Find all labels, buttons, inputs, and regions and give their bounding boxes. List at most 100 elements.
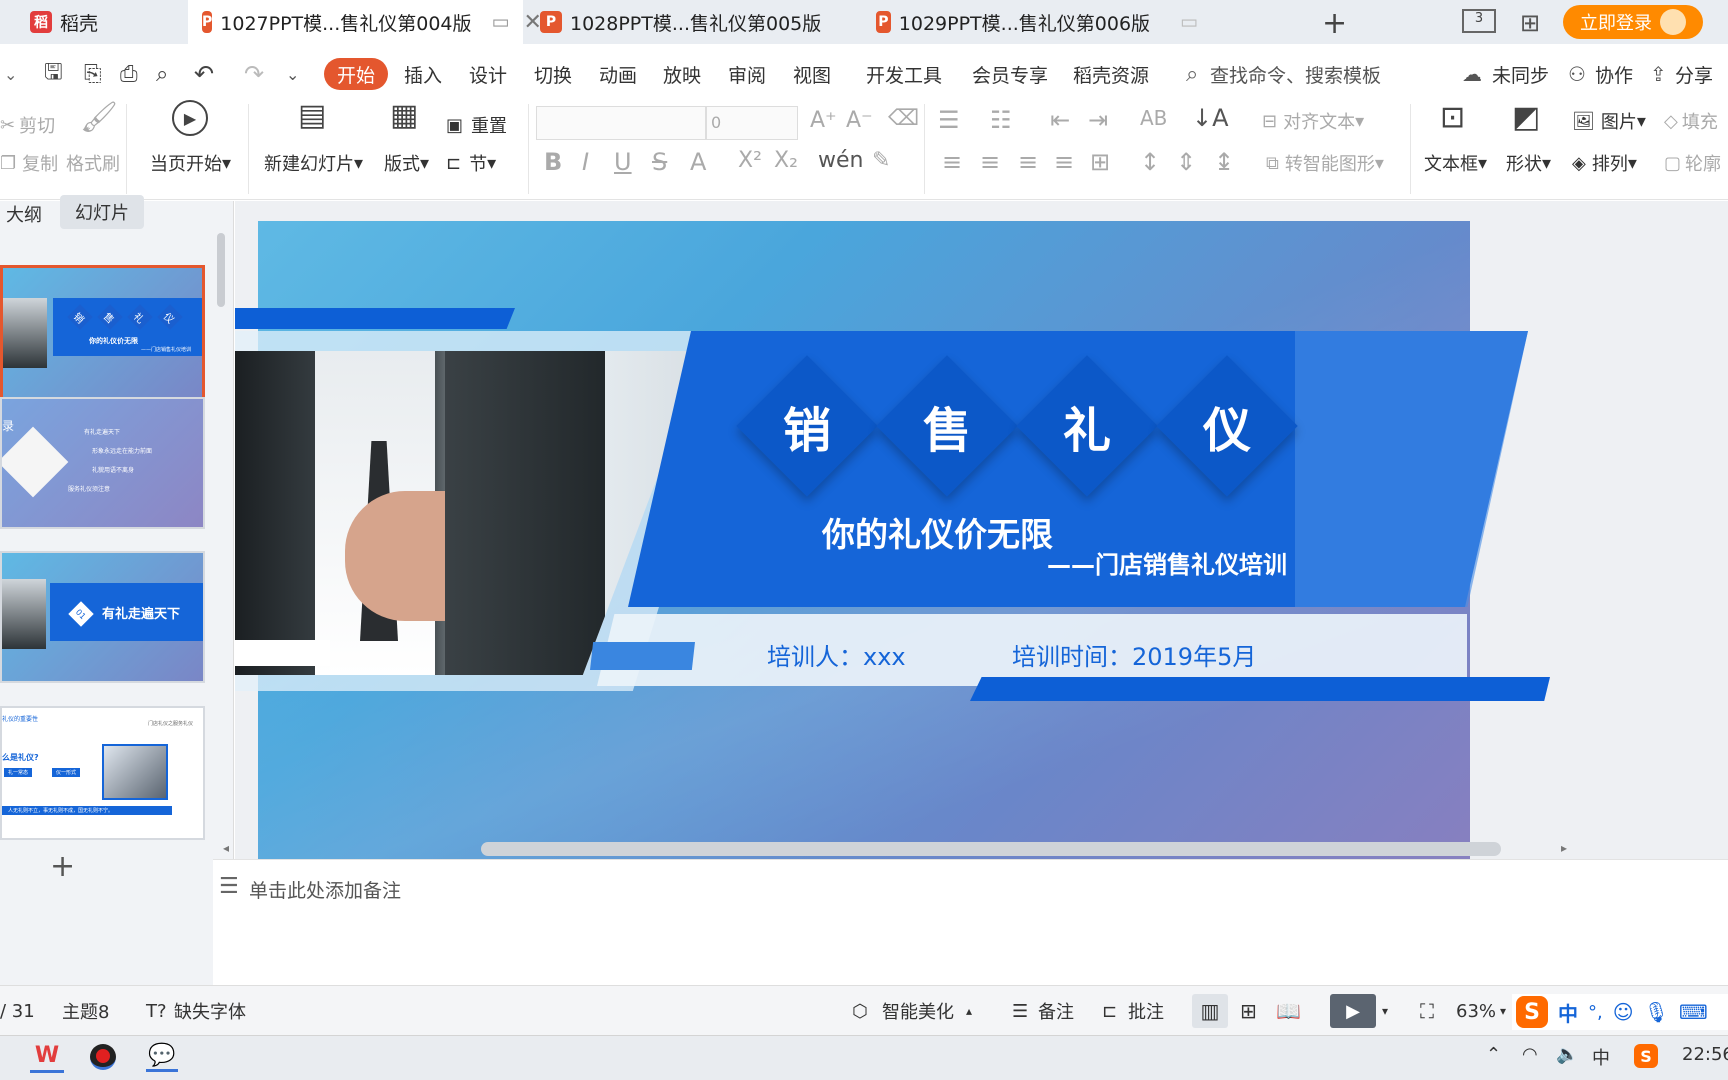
chevron-down-icon[interactable]: ⌄ xyxy=(4,65,17,84)
preview-icon[interactable]: ⌕ xyxy=(156,62,168,87)
tray-up-icon[interactable]: ⌃ xyxy=(1486,1044,1501,1065)
tab-slides[interactable]: 幻灯片 xyxy=(60,195,144,229)
export-icon[interactable]: ⎘ xyxy=(84,62,102,87)
menu-member[interactable]: 会员专享 xyxy=(972,61,1048,88)
grid-view-icon[interactable]: ⊞ xyxy=(1240,986,1257,1036)
notes-toggle-button[interactable]: 备注 xyxy=(1038,986,1074,1036)
login-button[interactable]: 立即登录 xyxy=(1563,5,1703,39)
sogou-icon[interactable]: S xyxy=(1516,996,1548,1028)
text-direction-icon[interactable]: AB xyxy=(1140,106,1167,130)
tab-outline[interactable]: 大纲 xyxy=(6,201,42,231)
font-size-select[interactable]: 0 xyxy=(706,106,798,140)
time-text[interactable]: 培训时间：2019年5月 xyxy=(1012,637,1256,672)
menu-animation[interactable]: 动画 xyxy=(599,61,637,88)
font-color-icon[interactable]: A xyxy=(690,148,706,176)
theme-label[interactable]: 主题8 xyxy=(62,986,109,1036)
sogou-tray-icon[interactable]: S xyxy=(1634,1044,1658,1068)
taskbar-ime[interactable]: 中 xyxy=(1592,1044,1610,1070)
slide-thumb-3[interactable]: 01 有礼走遍天下 xyxy=(0,551,205,683)
slide-thumb-1[interactable]: 销 售 礼 仪 你的礼仪价无限 ——门店销售礼仪培训 xyxy=(0,265,205,405)
tab-ppt-005[interactable]: P 1028PPT模...售礼仪第005版 xyxy=(530,0,860,44)
phonetic-icon[interactable]: wén xyxy=(818,148,863,173)
taskbar-wps[interactable]: W xyxy=(30,1041,64,1073)
h-scrollbar[interactable] xyxy=(481,842,1501,856)
new-slide-button[interactable]: 新建幻灯片 ▾ xyxy=(264,150,363,176)
smart-shape-button[interactable]: ⧉ 转智能图形 ▾ xyxy=(1266,150,1384,176)
undo-icon[interactable]: ↶ xyxy=(194,60,214,88)
play-options-icon[interactable]: ▾ xyxy=(1382,986,1388,1036)
wifi-icon[interactable]: ◠ xyxy=(1522,1044,1538,1065)
zoom-dropdown-icon[interactable]: ▾ xyxy=(1500,986,1506,1036)
tab-ppt-006[interactable]: P 1029PPT模...售礼仪第006版 ▭ xyxy=(868,0,1198,44)
volume-icon[interactable]: 🔈 xyxy=(1556,1044,1578,1065)
indent-decrease-icon[interactable]: ⇤ xyxy=(1050,106,1070,134)
window-icon[interactable]: ▭ xyxy=(1180,11,1198,33)
reset-button[interactable]: ▣ 重置 xyxy=(446,112,507,138)
slide-subtitle[interactable]: 你的礼仪价无限 xyxy=(822,508,1053,556)
para-spacing-icon[interactable]: ⇕ xyxy=(1176,148,1196,176)
new-tab-button[interactable]: + xyxy=(1322,6,1347,41)
customize-icon[interactable]: ⌄ xyxy=(286,65,299,84)
menu-review[interactable]: 审阅 xyxy=(728,61,766,88)
fit-icon[interactable]: ⛶ xyxy=(1420,986,1434,1036)
increase-font-icon[interactable]: A⁺ xyxy=(810,108,837,133)
zoom-level[interactable]: 63% xyxy=(1456,986,1496,1036)
menu-transition[interactable]: 切换 xyxy=(534,61,572,88)
keyboard-icon[interactable]: ⌨ xyxy=(1679,1000,1708,1024)
tab-ppt-004[interactable]: P 1027PPT模...售礼仪第004版 ▭ ✕ xyxy=(188,0,542,44)
align-text-button[interactable]: ⊟ 对齐文本 ▾ xyxy=(1262,108,1364,134)
strikethrough-icon[interactable]: S xyxy=(652,148,667,176)
normal-view-icon[interactable]: ▥ xyxy=(1192,994,1228,1028)
comment-button[interactable]: 批注 xyxy=(1128,986,1164,1036)
notes-area[interactable]: ☰ 单击此处添加备注 xyxy=(213,859,1728,985)
section-button[interactable]: ⊏ 节 ▾ xyxy=(446,150,496,176)
menu-start[interactable]: 开始 xyxy=(324,58,388,90)
superscript-icon[interactable]: X² xyxy=(738,148,762,173)
numbered-list-icon[interactable]: ☷ xyxy=(990,106,1012,134)
redo-icon[interactable]: ↷ xyxy=(244,60,264,88)
distribute-icon[interactable]: ⊞ xyxy=(1090,148,1110,176)
subscript-icon[interactable]: X₂ xyxy=(774,148,798,173)
grid-apps-icon[interactable]: ⊞ xyxy=(1520,9,1540,37)
print-icon[interactable]: ⎙ xyxy=(120,62,138,87)
menu-design[interactable]: 设计 xyxy=(469,61,507,88)
start-from-current-button[interactable]: 当页开始 ▾ xyxy=(150,150,231,176)
save-icon[interactable]: 🖫 xyxy=(44,55,63,93)
copy-button[interactable]: ❐ 复制 xyxy=(0,150,58,176)
highlight-icon[interactable]: ✎ xyxy=(872,148,890,173)
line-spacing-icon[interactable]: ↕ xyxy=(1140,148,1160,176)
tab-docer[interactable]: 稻 稻壳 xyxy=(30,0,185,44)
menu-devtools[interactable]: 开发工具 xyxy=(866,61,942,88)
chevron-up-icon[interactable]: ▴ xyxy=(966,986,972,1036)
bold-icon[interactable]: B xyxy=(544,148,562,176)
textbox-button[interactable]: 文本框 ▾ xyxy=(1424,150,1487,176)
layout-button[interactable]: 版式 ▾ xyxy=(384,150,429,176)
align-left-icon[interactable]: ≡ xyxy=(942,148,962,176)
shape-button[interactable]: 形状 ▾ xyxy=(1506,150,1551,176)
layout-toggle-icon[interactable]: 3 xyxy=(1462,9,1496,33)
align-center-icon[interactable]: ≡ xyxy=(980,148,1000,176)
panel-scrollbar[interactable] xyxy=(217,233,225,307)
ime-lang[interactable]: 中 xyxy=(1558,998,1578,1027)
add-slide-button[interactable]: + xyxy=(50,849,75,884)
align-right-icon[interactable]: ≡ xyxy=(1018,148,1038,176)
menu-insert[interactable]: 插入 xyxy=(404,61,442,88)
reading-view-icon[interactable]: 📖 xyxy=(1276,986,1301,1036)
share-button[interactable]: 分享 xyxy=(1675,61,1713,88)
outline-button[interactable]: ▢ 轮廓 xyxy=(1664,150,1721,176)
arrange-button[interactable]: ◈ 排列 ▾ xyxy=(1572,150,1637,176)
search-input[interactable]: 查找命令、搜索模板 xyxy=(1210,61,1381,88)
eraser-icon[interactable]: ⌫ xyxy=(888,106,919,131)
taskbar-recorder[interactable] xyxy=(90,1044,116,1070)
decrease-font-icon[interactable]: A⁻ xyxy=(846,108,873,133)
slide-thumb-2[interactable]: 录 有礼走遍天下 形象永远走在能力前面 礼貌用语不离身 服务礼仪须注意 xyxy=(0,397,205,529)
slide-thumb-4[interactable]: 礼仪的重要性 门店礼仪之服务礼仪 么是礼仪? 礼一常态 仪一形式 人无礼则不立，… xyxy=(0,706,205,840)
window-icon[interactable]: ▭ xyxy=(492,11,510,33)
slide-sub2[interactable]: ——门店销售礼仪培训 xyxy=(1047,545,1287,580)
indent-increase-icon[interactable]: ⇥ xyxy=(1088,106,1108,134)
mic-icon[interactable]: 🎙 xyxy=(1644,1000,1669,1024)
spacing-icon[interactable]: ↨ xyxy=(1214,148,1234,176)
cut-button[interactable]: ✂ 剪切 xyxy=(0,112,55,138)
underline-icon[interactable]: U xyxy=(614,148,632,176)
justify-icon[interactable]: ≡ xyxy=(1054,148,1074,176)
